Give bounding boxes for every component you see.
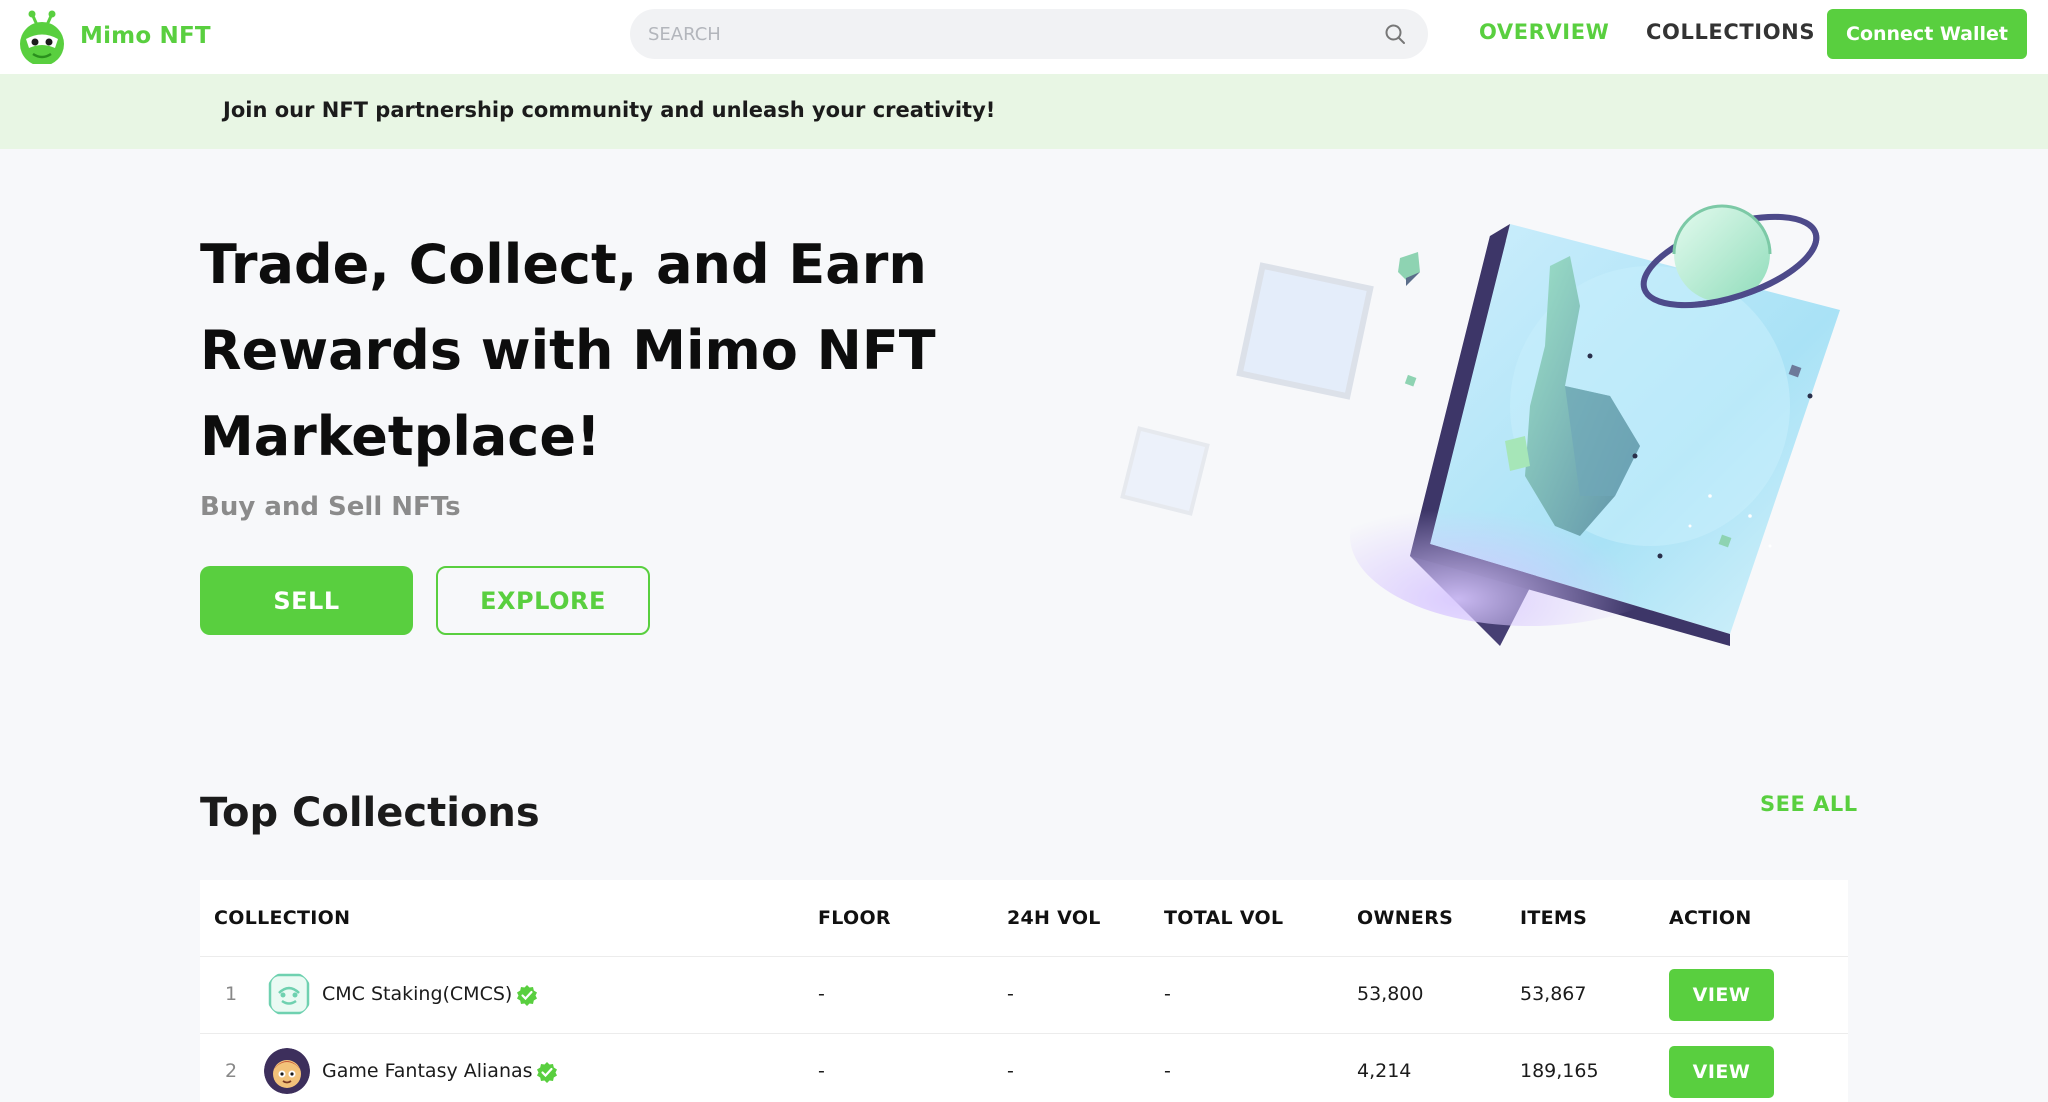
table-header: COLLECTION FLOOR 24H VOL TOTAL VOL OWNER… (200, 880, 1848, 957)
owners-value: 53,800 (1357, 983, 1424, 1005)
collection-name[interactable]: Game Fantasy Alianas (322, 1060, 533, 1082)
hero-title: Trade, Collect, and Earn Rewards with Mi… (200, 233, 936, 468)
total-vol-value: - (1164, 1060, 1171, 1082)
top-collections-title: Top Collections (200, 790, 540, 836)
total-vol-value: - (1164, 983, 1171, 1005)
search-icon[interactable] (1384, 23, 1406, 45)
view-button[interactable]: VIEW (1669, 1046, 1774, 1098)
banner-text: Join our NFT partnership community and u… (223, 98, 996, 122)
brand-name: Mimo NFT (80, 23, 211, 49)
sell-button[interactable]: SELL (200, 566, 413, 635)
items-value: 189,165 (1520, 1060, 1599, 1082)
column-header-24h-vol: 24H VOL (1007, 907, 1101, 929)
column-header-owners: OWNERS (1357, 907, 1454, 929)
nav-overview-link[interactable]: OVERVIEW (1479, 20, 1609, 44)
items-value: 53,867 (1520, 983, 1587, 1005)
column-header-action: ACTION (1669, 907, 1752, 929)
hero-subtitle: Buy and Sell NFTs (200, 492, 461, 522)
top-navbar: Mimo NFT OVERVIEW COLLECTIONS Connect Wa… (0, 0, 2048, 74)
owners-value: 4,214 (1357, 1060, 1412, 1082)
game-fantasy-avatar-icon (264, 1048, 310, 1094)
nav-collections-link[interactable]: COLLECTIONS (1646, 20, 1815, 44)
connect-wallet-button[interactable]: Connect Wallet (1827, 9, 2027, 59)
view-button[interactable]: VIEW (1669, 969, 1774, 1021)
verified-badge-icon (537, 1062, 557, 1083)
see-all-link[interactable]: SEE ALL (1760, 792, 1858, 816)
hero-nft-illustration (1120, 204, 1840, 646)
column-header-collection: COLLECTION (214, 907, 351, 929)
verified-badge-icon (517, 985, 537, 1006)
collection-name[interactable]: CMC Staking(CMCS) (322, 983, 512, 1005)
cmc-staking-avatar-icon (268, 973, 310, 1015)
search-bar (630, 9, 1428, 59)
floor-value: - (818, 983, 825, 1005)
vol-24h-value: - (1007, 983, 1014, 1005)
table-row[interactable]: 1 CMC Staking(CMCS) - - - 53,800 53,867 … (200, 957, 1848, 1034)
vol-24h-value: - (1007, 1060, 1014, 1082)
column-header-items: ITEMS (1520, 907, 1588, 929)
row-rank: 1 (225, 983, 238, 1005)
floor-value: - (818, 1060, 825, 1082)
brand-logo[interactable]: Mimo NFT (18, 8, 211, 64)
row-rank: 2 (225, 1060, 238, 1082)
column-header-total-vol: TOTAL VOL (1164, 907, 1284, 929)
community-banner: Join our NFT partnership community and u… (0, 74, 2048, 149)
table-row[interactable]: 2 Game Fantasy Alianas - - - 4,214 189,1… (200, 1034, 1848, 1102)
search-input[interactable] (648, 9, 1368, 59)
column-header-floor: FLOOR (818, 907, 891, 929)
collections-table: COLLECTION FLOOR 24H VOL TOTAL VOL OWNER… (200, 880, 1848, 1102)
mimo-robot-logo-icon (20, 10, 64, 64)
explore-button[interactable]: EXPLORE (436, 566, 650, 635)
